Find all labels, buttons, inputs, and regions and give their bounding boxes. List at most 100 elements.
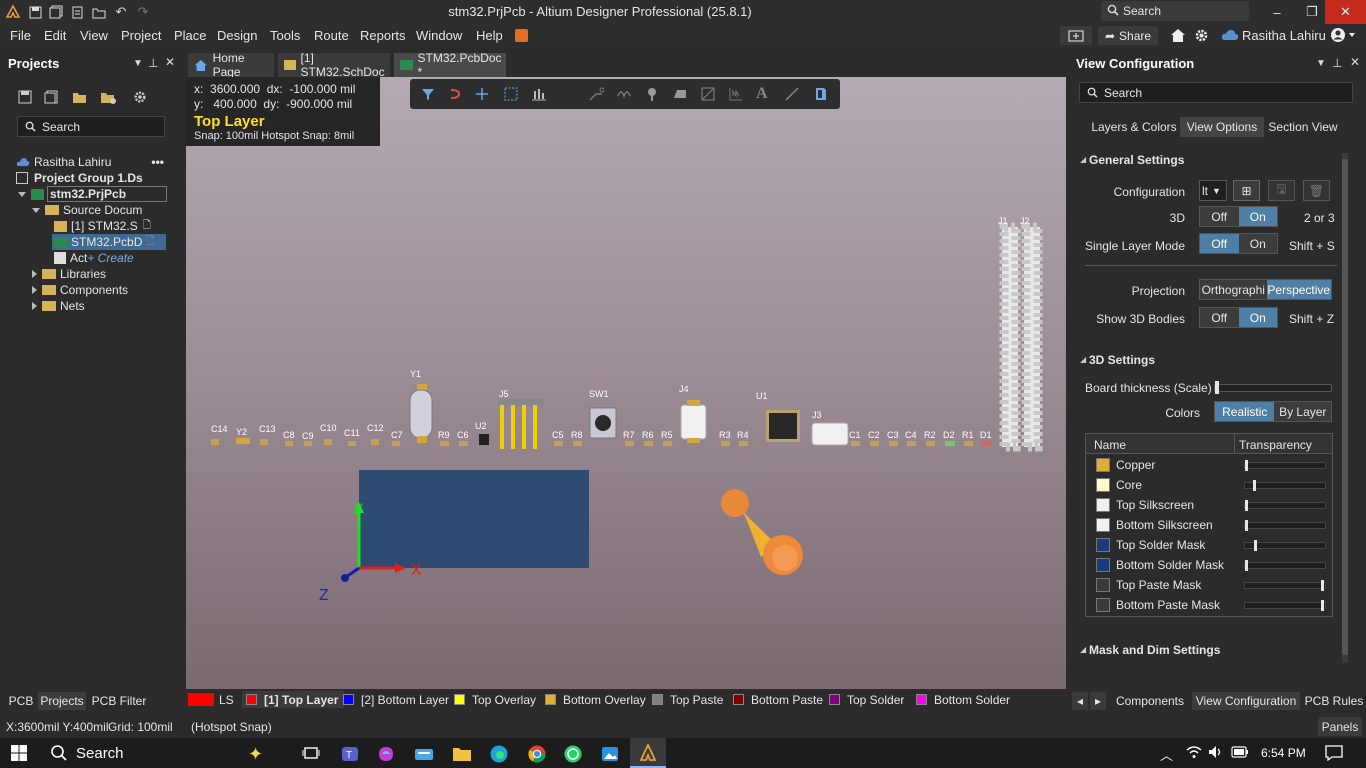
battery-icon[interactable]: [1231, 746, 1249, 758]
3d-settings-title[interactable]: 3D Settings: [1089, 353, 1155, 367]
collapse-icon[interactable]: ◢: [1080, 645, 1086, 654]
3d-toggle[interactable]: Off On: [1199, 206, 1278, 227]
layer-tab-top-overlay[interactable]: Top Overlay: [454, 691, 536, 708]
menu-window[interactable]: Window: [416, 28, 462, 43]
mask-dim-settings-title[interactable]: Mask and Dim Settings: [1089, 643, 1220, 657]
layer-transparency-row[interactable]: Core: [1087, 475, 1333, 495]
altium-taskbar-button[interactable]: [630, 738, 666, 768]
tab-view-configuration[interactable]: View Configuration: [1192, 692, 1300, 710]
expand-icon[interactable]: [32, 286, 37, 294]
save-configuration-button[interactable]: 🖫: [1268, 180, 1295, 201]
expand-icon[interactable]: [32, 207, 40, 213]
chrome-icon[interactable]: [527, 744, 547, 764]
layer-color-swatch[interactable]: [1096, 558, 1110, 572]
single-layer-mode-toggle[interactable]: Off On: [1199, 233, 1278, 254]
menu-view[interactable]: View: [80, 28, 108, 43]
keyboard-icon[interactable]: [414, 744, 434, 764]
transparency-slider[interactable]: [1244, 480, 1326, 491]
notification-icon[interactable]: [515, 29, 528, 42]
layer-transparency-row[interactable]: Bottom Paste Mask: [1087, 595, 1333, 615]
panel-menu-icon[interactable]: ▼: [1316, 58, 1326, 69]
transparency-slider-thumb[interactable]: [1245, 460, 1248, 471]
compile-icon[interactable]: [44, 90, 60, 104]
tab-section-view[interactable]: Section View: [1265, 117, 1341, 137]
menu-place[interactable]: Place: [174, 28, 207, 43]
open-project-icon[interactable]: [72, 90, 89, 104]
transparency-slider[interactable]: [1244, 500, 1326, 511]
panels-button[interactable]: Panels: [1318, 717, 1362, 736]
view-config-search-input[interactable]: Search: [1079, 82, 1353, 103]
create-link[interactable]: + Create: [87, 251, 133, 265]
transparency-slider-thumb[interactable]: [1253, 480, 1256, 491]
delete-configuration-button[interactable]: 🗑: [1303, 180, 1330, 201]
task-view-icon[interactable]: [302, 744, 322, 764]
board-thickness-thumb[interactable]: [1215, 381, 1219, 394]
transparency-slider[interactable]: [1244, 600, 1326, 611]
transparency-slider[interactable]: [1244, 540, 1326, 551]
tabs-scroll-right[interactable]: ▸: [1090, 692, 1106, 710]
photos-icon[interactable]: [600, 744, 620, 764]
configuration-select[interactable]: lt ▼: [1199, 180, 1227, 201]
layer-tab-bottom-paste[interactable]: Bottom Paste: [733, 691, 823, 708]
projection-orthographic-option[interactable]: Orthographi: [1200, 280, 1267, 299]
tree-nets[interactable]: Nets: [32, 298, 85, 314]
tab-view-options[interactable]: View Options: [1180, 117, 1264, 137]
single-layer-off-option[interactable]: Off: [1200, 234, 1239, 253]
tab-schdoc[interactable]: [1] STM32.SchDoc: [278, 51, 390, 79]
settings-gear-icon[interactable]: [133, 90, 147, 104]
tab-components[interactable]: Components: [1110, 692, 1190, 710]
collapse-icon[interactable]: ◢: [1080, 355, 1086, 364]
layer-color-swatch[interactable]: [1096, 598, 1110, 612]
copilot-app-icon[interactable]: [376, 744, 396, 764]
transparency-slider[interactable]: [1244, 520, 1326, 531]
expand-icon[interactable]: [18, 191, 26, 197]
tab-pcb[interactable]: PCB: [4, 692, 38, 710]
transparency-slider-thumb[interactable]: [1254, 540, 1257, 551]
tab-projects[interactable]: Projects: [38, 692, 86, 710]
layer-color-swatch[interactable]: [1096, 478, 1110, 492]
menu-route[interactable]: Route: [314, 28, 349, 43]
add-panel-button[interactable]: [1060, 26, 1092, 45]
copilot-sparkle-icon[interactable]: ✦: [248, 744, 268, 764]
panel-scrollbar-thumb[interactable]: [1342, 159, 1348, 655]
menu-help[interactable]: Help: [476, 28, 503, 43]
tree-components[interactable]: Components: [32, 282, 128, 298]
panel-menu-icon[interactable]: ▼: [133, 58, 143, 69]
windows-start-icon[interactable]: [10, 744, 30, 764]
gear-icon[interactable]: [1194, 28, 1209, 43]
board-thickness-slider[interactable]: [1214, 381, 1332, 394]
header-transparency[interactable]: Transparency: [1239, 438, 1312, 452]
transparency-slider-thumb[interactable]: [1245, 560, 1248, 571]
volume-icon[interactable]: [1208, 745, 1224, 759]
tree-project[interactable]: stm32.PrjPcb: [18, 186, 167, 202]
menu-reports[interactable]: Reports: [360, 28, 406, 43]
tab-home-page[interactable]: Home Page: [188, 51, 274, 79]
layer-set-tab[interactable]: LS: [188, 691, 234, 708]
file-explorer-icon[interactable]: [452, 744, 472, 764]
show-3d-on-option[interactable]: On: [1238, 308, 1277, 327]
tabs-scroll-left[interactable]: ◂: [1072, 692, 1088, 710]
tab-pcb-filter[interactable]: PCB Filter: [88, 692, 150, 710]
pin-icon[interactable]: ⊥: [1332, 56, 1342, 70]
tab-layers-colors[interactable]: Layers & Colors: [1089, 117, 1179, 137]
collapse-icon[interactable]: ◢: [1080, 155, 1086, 164]
notifications-icon[interactable]: [1325, 745, 1343, 761]
transparency-slider-thumb[interactable]: [1245, 500, 1248, 511]
colors-by-layer-option[interactable]: By Layer: [1274, 402, 1331, 421]
layer-transparency-row[interactable]: Top Solder Mask: [1087, 535, 1333, 555]
layer-tab-top-paste[interactable]: Top Paste: [652, 691, 723, 708]
layer-transparency-row[interactable]: Copper: [1087, 455, 1333, 475]
chevron-up-icon[interactable]: ︿: [1160, 745, 1173, 764]
transparency-slider[interactable]: [1244, 560, 1326, 571]
tab-pcbdoc[interactable]: STM32.PcbDoc *: [394, 51, 506, 79]
pin-icon[interactable]: ⊥: [148, 56, 158, 70]
layer-tab-bottom-layer[interactable]: [2] Bottom Layer: [343, 691, 449, 708]
expand-icon[interactable]: [32, 270, 37, 278]
tree-schdoc[interactable]: [1] STM32.S 🗋: [54, 218, 151, 234]
layer-transparency-row[interactable]: Top Silkscreen: [1087, 495, 1333, 515]
teams-icon[interactable]: T: [340, 744, 360, 764]
search-icon[interactable]: [50, 744, 70, 764]
project-options-icon[interactable]: [100, 90, 117, 104]
tab-pcb-rules[interactable]: PCB Rules: [1302, 692, 1366, 710]
tree-user[interactable]: Rasitha Lahiru •••: [16, 154, 166, 170]
